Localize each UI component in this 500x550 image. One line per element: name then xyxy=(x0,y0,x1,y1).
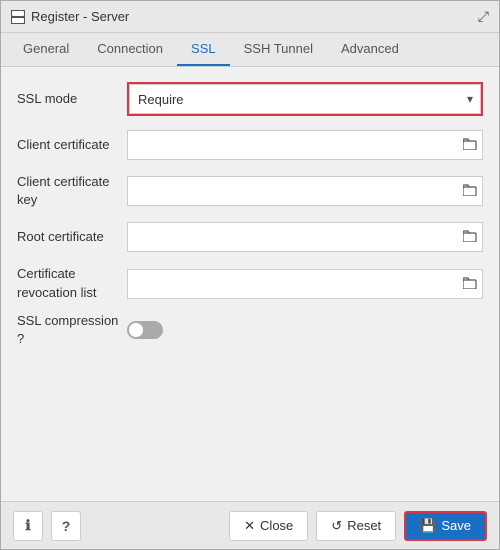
client-cert-input[interactable] xyxy=(127,130,483,160)
tab-general[interactable]: General xyxy=(9,33,83,66)
close-label: Close xyxy=(260,518,293,533)
client-cert-wrap xyxy=(127,130,483,160)
toggle-thumb xyxy=(129,323,143,337)
reset-label: Reset xyxy=(347,518,381,533)
cert-revocation-label: Certificate revocation list xyxy=(17,265,127,301)
root-cert-input[interactable] xyxy=(127,222,483,252)
ssl-compression-toggle[interactable] xyxy=(127,321,163,339)
save-label: Save xyxy=(441,518,471,533)
footer-left: ℹ ? xyxy=(13,511,81,541)
info-button[interactable]: ℹ xyxy=(13,511,43,541)
close-button[interactable]: ✕ Close xyxy=(229,511,308,541)
tab-connection[interactable]: Connection xyxy=(83,33,177,66)
window: Register - Server ⤢ General Connection S… xyxy=(0,0,500,550)
server-icon xyxy=(11,10,25,24)
ssl-compression-label: SSL compression ? xyxy=(17,312,127,348)
reset-button[interactable]: ↺ Reset xyxy=(316,511,396,541)
expand-icon[interactable]: ⤢ xyxy=(478,8,489,25)
client-cert-key-input[interactable] xyxy=(127,176,483,206)
help-button[interactable]: ? xyxy=(51,511,81,541)
form-content: SSL mode Allow Disable Prefer Require Ve… xyxy=(1,67,499,501)
root-cert-wrap xyxy=(127,222,483,252)
client-cert-label: Client certificate xyxy=(17,136,127,154)
help-icon: ? xyxy=(62,518,71,534)
ssl-compression-toggle-wrap xyxy=(127,321,163,339)
tab-bar: General Connection SSL SSH Tunnel Advanc… xyxy=(1,33,499,67)
footer-right: ✕ Close ↺ Reset 💾 Save xyxy=(229,511,487,541)
title-bar-left: Register - Server xyxy=(11,9,129,24)
cert-revocation-input[interactable] xyxy=(127,269,483,299)
root-cert-label: Root certificate xyxy=(17,228,127,246)
save-icon: 💾 xyxy=(420,518,436,534)
footer: ℹ ? ✕ Close ↺ Reset 💾 Save xyxy=(1,501,499,549)
ssl-compression-row: SSL compression ? xyxy=(17,312,483,348)
root-cert-row: Root certificate xyxy=(17,219,483,255)
info-icon: ℹ xyxy=(25,517,30,534)
client-cert-row: Client certificate xyxy=(17,127,483,163)
client-cert-key-wrap xyxy=(127,176,483,206)
client-cert-key-label: Client certificate key xyxy=(17,173,127,209)
save-button[interactable]: 💾 Save xyxy=(404,511,487,541)
tab-ssl[interactable]: SSL xyxy=(177,33,230,66)
ssl-mode-select-wrap: Allow Disable Prefer Require Verify-CA V… xyxy=(127,82,483,116)
tab-ssh-tunnel[interactable]: SSH Tunnel xyxy=(230,33,327,66)
ssl-mode-row: SSL mode Allow Disable Prefer Require Ve… xyxy=(17,81,483,117)
ssl-mode-select[interactable]: Allow Disable Prefer Require Verify-CA V… xyxy=(129,84,481,114)
client-cert-key-row: Client certificate key xyxy=(17,173,483,209)
tab-advanced[interactable]: Advanced xyxy=(327,33,413,66)
window-title: Register - Server xyxy=(31,9,129,24)
title-bar: Register - Server ⤢ xyxy=(1,1,499,33)
cert-revocation-wrap xyxy=(127,269,483,299)
close-icon: ✕ xyxy=(244,518,255,534)
reset-icon: ↺ xyxy=(331,518,342,534)
ssl-mode-label: SSL mode xyxy=(17,90,127,108)
cert-revocation-row: Certificate revocation list xyxy=(17,265,483,301)
